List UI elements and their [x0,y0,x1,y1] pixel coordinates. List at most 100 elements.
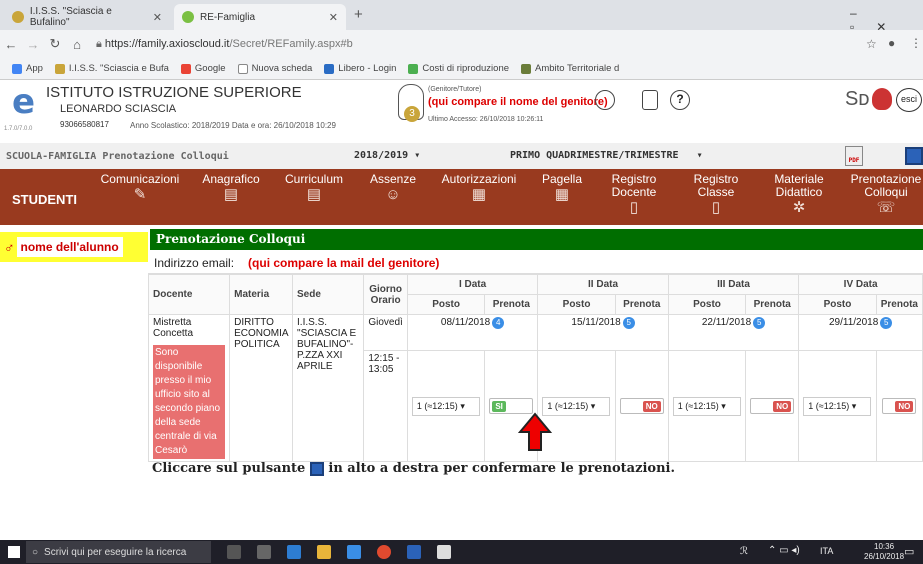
calendar-icon: ▦ [471,186,487,203]
posto-select[interactable]: 1 (≈12:15) ▾ [803,396,872,416]
reload-icon[interactable]: ↻ [44,36,66,52]
bookmark-libero[interactable]: Libero - Login [324,63,396,74]
year-info: Anno Scolastico: 2018/2019 Data e ora: 2… [130,121,336,130]
close-tab-icon[interactable]: ✕ [153,11,162,24]
toggle-label: SI [492,401,506,413]
school-title: ISTITUTO ISTRUZIONE SUPERIORE [46,84,302,101]
home-icon[interactable]: ⌂ [66,37,88,52]
posto-header: Posto [667,294,747,315]
period-select[interactable]: PRIMO QUADRIMESTRE/TRIMESTRE ▾ [510,150,703,161]
bookmark-apps[interactable]: App [12,63,43,74]
bookmark-school[interactable]: I.I.S.S. "Sciascia e Bufa [54,63,169,74]
task-view-icon[interactable] [257,545,271,559]
posto-select[interactable]: 1 (≈12:15) ▾ [411,396,480,416]
clock[interactable]: 10:36 26/10/2018 [864,542,904,562]
menu-pagella[interactable]: Pagella ▦ [532,173,592,203]
people-icon[interactable]: ℛ [740,546,748,557]
menu-prenotazione-colloqui[interactable]: Prenotazione Colloqui ☏ [846,173,923,216]
save-button[interactable] [905,147,923,165]
menu-anagrafico[interactable]: Anagrafico ▤ [194,173,268,203]
sede-header: Sede [292,274,365,315]
mic-icon[interactable] [227,545,241,559]
edge-icon[interactable] [287,545,301,559]
mail-icon[interactable] [437,545,451,559]
year-select[interactable]: 2018/2019 ▾ [354,150,420,161]
bookmark-costi[interactable]: Costi di riproduzione [408,63,509,74]
toggle-label: NO [642,401,661,413]
explorer-icon[interactable] [317,545,331,559]
guardian-name: (qui compare il nome del genitore) [428,96,608,108]
menu-registro-classe[interactable]: Registro Classe ▯ [684,172,748,216]
menu-materiale-didattico[interactable]: Materiale Didattico ✲ [762,173,836,216]
logout-button[interactable]: esci [896,88,922,112]
data-header-3: III Data [667,274,800,295]
bookmark-ambito[interactable]: Ambito Territoriale d [521,63,619,74]
material-icon: ✲ [792,199,806,216]
menu-assenze[interactable]: Assenze ☺ [362,173,424,203]
tray-icons[interactable]: ⌃ ▭ ◂) [768,545,800,556]
prenota-cell: NO [745,350,800,462]
menu-registro-docente[interactable]: Registro Docente ▯ [600,172,668,216]
date-value: 08/11/2018 [440,317,491,328]
close-tab-icon[interactable]: ✕ [329,11,338,24]
lock-icon[interactable] [642,90,658,110]
menu-autorizzazioni[interactable]: Autorizzazioni ▦ [434,173,524,203]
school-icon [54,63,65,74]
lightbulb-icon[interactable] [595,90,615,110]
main-menu: STUDENTI Comunicazioni ✎ Anagrafico ▤ Curr… [0,169,923,225]
language-indicator[interactable]: ITA [820,546,833,556]
data-header-2: II Data [537,274,669,295]
menu-label: Registro Classe [693,172,739,199]
chrome-icon[interactable] [377,545,391,559]
bookmark-new-tab[interactable]: Nuova scheda [237,63,312,74]
bookmark-label: App [26,63,43,74]
toggle-label: NO [895,401,914,413]
new-tab-button[interactable]: + [354,6,363,23]
posto-value: 1 (≈12:15) [808,400,850,411]
book-icon: ▯ [629,199,639,216]
materia-cell: DIRITTO ECONOMIA POLITICA [229,314,294,462]
store-icon[interactable] [347,545,361,559]
toggle-label: NO [773,401,792,413]
windows-start-icon[interactable] [8,546,20,558]
posto-cell: 1 (≈12:15) ▾ [406,350,486,462]
prenota-header: Prenota [875,294,923,315]
posto-header: Posto [406,294,486,315]
posto-value: 1 (≈12:15) [547,400,589,411]
prenota-header: Prenota [484,294,539,315]
profile-icon[interactable]: ● [888,36,895,50]
taskbar-search[interactable]: ○ Scrivi qui per eseguire la ricerca [26,541,211,563]
menu-comunicazioni[interactable]: Comunicazioni ✎ [96,173,184,203]
url-field[interactable]: 🔒︎ https://family.axioscloud.it/Secret/R… [96,38,353,51]
prenota-toggle[interactable]: NO [750,398,795,415]
defender-icon[interactable] [407,545,421,559]
tab-re-famiglia[interactable]: RE-Famiglia ✕ [174,4,346,30]
students-label: STUDENTI [12,192,77,207]
avatar-badge: 3 [404,106,420,122]
prenota-toggle[interactable]: NO [882,398,917,415]
notifications-icon[interactable]: ▭ [904,545,914,558]
posto-select[interactable]: 1 (≈12:15) ▾ [672,396,741,416]
pdf-print-icon[interactable]: PDF [845,146,863,166]
star-icon[interactable]: ☆ [866,37,877,51]
back-icon[interactable]: ← [0,37,22,52]
menu-curriculum[interactable]: Curriculum ▤ [278,173,350,203]
email-value: (qui compare la mail del genitore) [248,255,440,270]
date-cell-3: 22/11/2018 5 [667,313,800,352]
libero-icon [324,63,335,74]
clock-time: 10:36 [874,542,895,551]
menu-label: Registro Docente [611,172,657,199]
posto-select[interactable]: 1 (≈12:15) ▾ [542,396,611,416]
forward-icon[interactable]: → [22,37,44,52]
tab-school[interactable]: I.I.S.S. "Sciascia e Bufalino" ✕ [4,4,170,30]
axios-logo: e [12,82,36,122]
bookmark-google[interactable]: Google [180,63,226,74]
document-icon: ▤ [223,186,239,203]
student-selector[interactable]: ♂ nome dell'alunno [0,232,148,262]
prenota-toggle[interactable]: NO [619,398,664,415]
help-icon[interactable]: ? [670,90,690,110]
menu-icon[interactable]: ⋮ [910,36,922,50]
giorno-header: Giorno Orario [363,274,408,315]
guardian-role: (Genitore/Tutore) [428,86,482,93]
globe-icon [408,63,419,74]
